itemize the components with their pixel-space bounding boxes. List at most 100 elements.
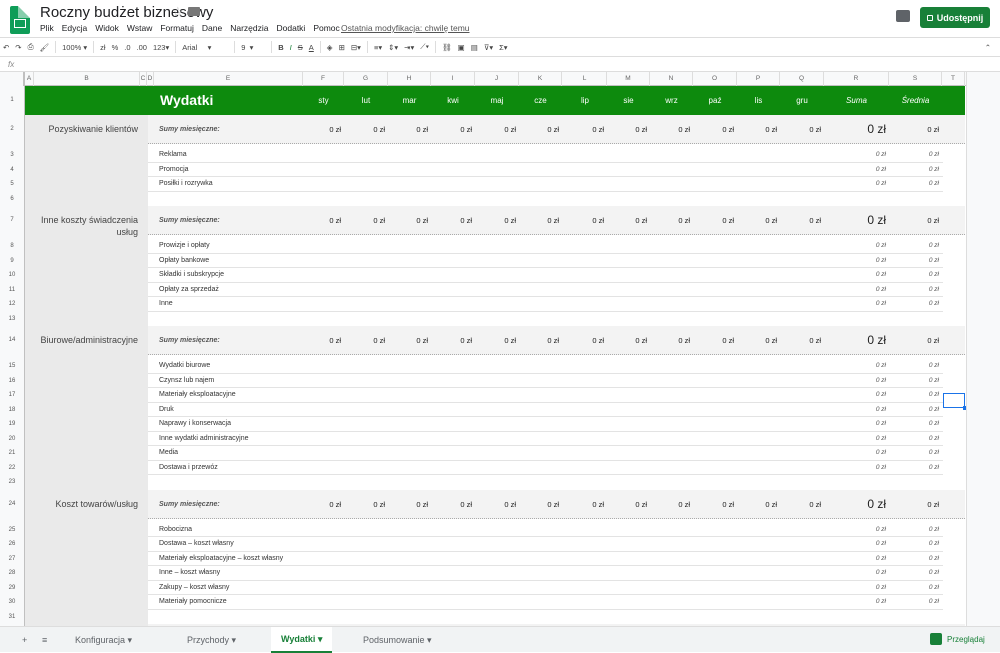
row-header[interactable]: 3 (0, 148, 25, 163)
text-rotate-icon[interactable]: ⟋▾ (417, 39, 432, 55)
percent-format-button[interactable]: % (109, 39, 122, 55)
row-header[interactable]: 15 (0, 359, 25, 374)
folder-icon[interactable] (188, 7, 200, 16)
sheets-logo-icon[interactable] (10, 6, 30, 34)
column-header-M[interactable]: M (607, 72, 650, 86)
insert-comment-icon[interactable]: ▣ (455, 39, 468, 55)
column-header-A[interactable]: A (25, 72, 34, 86)
menu-5[interactable]: Dane (202, 23, 222, 33)
add-sheet-icon[interactable]: + (18, 627, 31, 653)
sheet-tab[interactable]: Podsumowanie ▾ (353, 627, 442, 653)
selected-cell[interactable] (943, 393, 966, 410)
row-header[interactable]: 31 (0, 609, 25, 624)
vertical-align-icon[interactable]: ⇕▾ (385, 39, 401, 55)
expense-item-row[interactable]: Dostawa i przewóz 0 zł 0 zł (148, 461, 943, 475)
italic-icon[interactable]: I (287, 39, 295, 55)
expense-item-row[interactable]: Materiały pomocnicze 0 zł 0 zł (148, 595, 943, 610)
monthly-sum-row[interactable]: Sumy miesięczne: 0 zł 0 zł 0 zł 0 zł 0 zł 0 zł… (148, 326, 965, 355)
row-header[interactable]: 13 (0, 311, 25, 326)
monthly-sum-row[interactable]: Sumy miesięczne: 0 zł 0 zł 0 zł 0 zł 0 zł 0 zł… (148, 115, 965, 144)
expense-item-row[interactable]: Opłaty za sprzedaż 0 zł 0 zł (148, 283, 943, 297)
expense-item-row[interactable]: Zakupy – koszt własny 0 zł 0 zł (148, 581, 943, 595)
row-header[interactable]: 12 (0, 297, 25, 312)
column-header-D[interactable]: D (147, 72, 154, 86)
expense-item-row[interactable]: Reklama 0 zł 0 zł (148, 148, 943, 163)
sheet-tab[interactable]: Wydatki ▾ (271, 627, 333, 653)
column-header-B[interactable]: B (34, 72, 140, 86)
sheet-tab[interactable]: Konfiguracja ▾ (65, 627, 142, 653)
sheet-tab[interactable]: Przychody ▾ (177, 627, 246, 653)
column-header-E[interactable]: E (154, 72, 303, 86)
row-header[interactable]: 5 (0, 177, 25, 192)
row-header[interactable]: 7 (0, 206, 25, 235)
menu-7[interactable]: Dodatki (277, 23, 306, 33)
monthly-sum-row[interactable]: Sumy miesięczne: 0 zł 0 zł 0 zł 0 zł 0 zł 0 zł… (148, 489, 965, 519)
paint-format-icon[interactable]: 🖌 (37, 39, 53, 55)
column-header-C[interactable]: C (140, 72, 147, 86)
more-formats-button[interactable]: 123 ▾ (150, 39, 172, 55)
insert-chart-icon[interactable]: ▤ (468, 39, 481, 55)
expense-item-row[interactable]: Składki i subskrypcje 0 zł 0 zł (148, 268, 943, 283)
bold-icon[interactable]: B (275, 39, 286, 55)
expense-item-row[interactable]: Czynsz lub najem 0 zł 0 zł (148, 374, 943, 388)
collapse-toolbar-icon[interactable]: ⌃ (982, 39, 994, 55)
expense-item-row[interactable]: Wydatki biurowe 0 zł 0 zł (148, 359, 943, 374)
menu-0[interactable]: Plik (40, 23, 54, 33)
row-header[interactable]: 30 (0, 595, 25, 610)
menu-8[interactable]: Pomoc (313, 23, 339, 33)
column-header-H[interactable]: H (388, 72, 431, 86)
spreadsheet-grid[interactable]: ABCDEFGHIJKLMNOPQRST Wydatki sty lut mar kwi… (0, 72, 966, 626)
row-header[interactable]: 24 (0, 489, 25, 519)
merge-cells-icon[interactable]: ⊟▾ (348, 39, 364, 55)
expense-item-row[interactable]: Materiały eksploatacyjne 0 zł 0 zł (148, 388, 943, 403)
print-icon[interactable]: ⎙ (25, 39, 37, 55)
last-modified-link[interactable]: Ostatnia modyfikacja: chwilę temu (341, 23, 470, 33)
fill-color-icon[interactable]: ◈ (324, 39, 336, 55)
select-all-corner[interactable] (0, 72, 25, 86)
text-wrap-icon[interactable]: ⇥▾ (401, 39, 417, 55)
insert-link-icon[interactable]: ⛓ (439, 39, 455, 55)
expense-item-row[interactable]: Inne 0 zł 0 zł (148, 297, 943, 312)
row-header[interactable]: 11 (0, 282, 25, 297)
row-header[interactable]: 23 (0, 475, 25, 490)
column-header-S[interactable]: S (889, 72, 942, 86)
expense-item-row[interactable]: Inne wydatki administracyjne 0 zł 0 zł (148, 432, 943, 446)
strikethrough-icon[interactable]: S (295, 39, 306, 55)
horizontal-align-icon[interactable]: ≡▾ (371, 39, 385, 55)
increase-decimal-button[interactable]: .00 (134, 39, 150, 55)
expense-item-row[interactable]: Materiały eksploatacyjne – koszt własny 0… (148, 552, 943, 566)
expense-item-row[interactable]: Prowizje i opłaty 0 zł 0 zł (148, 239, 943, 254)
monthly-sum-row[interactable]: Sumy miesięczne: 0 zł 0 zł 0 zł 0 zł 0 zł 0 zł… (148, 206, 965, 235)
row-header[interactable]: 27 (0, 551, 25, 566)
column-header-N[interactable]: N (650, 72, 693, 86)
explore-button[interactable]: Przeglądaj (930, 633, 985, 645)
row-header[interactable]: 19 (0, 417, 25, 432)
menu-3[interactable]: Wstaw (127, 23, 153, 33)
column-header-P[interactable]: P (737, 72, 780, 86)
column-header-T[interactable]: T (942, 72, 965, 86)
borders-icon[interactable]: ⊞ (336, 39, 348, 55)
functions-icon[interactable]: Σ▾ (496, 39, 510, 55)
zoom-select[interactable]: 100% ▾ (59, 39, 90, 55)
column-header-F[interactable]: F (303, 72, 344, 86)
filter-icon[interactable]: ⊽▾ (481, 39, 496, 55)
vertical-scrollbar[interactable] (966, 72, 1000, 626)
row-header[interactable]: 16 (0, 373, 25, 388)
menu-6[interactable]: Narzędzia (230, 23, 268, 33)
font-size-select[interactable]: 9 ▾ (238, 39, 268, 55)
column-header-L[interactable]: L (563, 72, 607, 86)
row-header[interactable]: 25 (0, 522, 25, 537)
column-header-R[interactable]: R (824, 72, 889, 86)
row-header[interactable]: 26 (0, 537, 25, 552)
expense-item-row[interactable]: Robocizna 0 zł 0 zł (148, 523, 943, 537)
star-icon[interactable]: ☆ (172, 4, 184, 20)
expense-item-row[interactable]: Posiłki i rozrywka 0 zł 0 zł (148, 177, 943, 192)
row-header[interactable]: 2 (0, 115, 25, 144)
row-header[interactable]: 8 (0, 239, 25, 254)
font-select[interactable]: Arial ▾ (179, 39, 231, 55)
undo-icon[interactable]: ↶ (0, 39, 12, 55)
all-sheets-icon[interactable]: ≡ (38, 627, 51, 653)
column-header-Q[interactable]: Q (780, 72, 824, 86)
row-header[interactable]: 14 (0, 326, 25, 355)
row-header[interactable]: 10 (0, 268, 25, 283)
